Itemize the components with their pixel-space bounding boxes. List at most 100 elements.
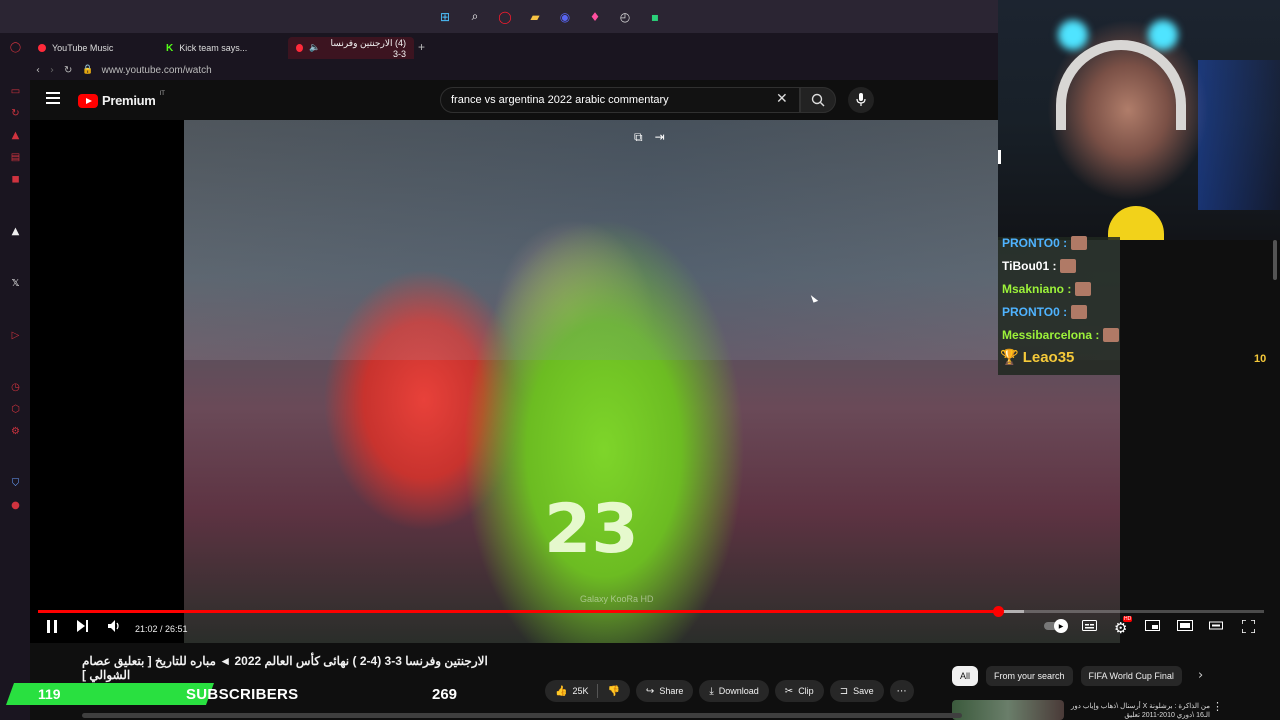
video-player[interactable]: 23 Galaxy KooRa HD ⧉ ⇥ (30, 120, 1120, 643)
cast-button[interactable] (1209, 620, 1223, 635)
vertical-scrollbar[interactable] (1273, 240, 1277, 280)
voice-search-button[interactable] (848, 87, 874, 113)
subscriber-count: 119 (38, 686, 61, 702)
youtube-logo[interactable]: Premium IT (78, 91, 165, 108)
search-input[interactable]: france vs argentina 2022 arabic commenta… (440, 87, 800, 113)
subtitles-button[interactable] (1082, 620, 1097, 635)
chat-emote (1103, 328, 1120, 342)
pin-icon[interactable]: ♦ (585, 7, 605, 27)
opera-icon[interactable]: ◯ (495, 7, 515, 27)
tab-label: YouTube Music (52, 43, 114, 53)
fullscreen-button[interactable] (1241, 619, 1256, 637)
sidebar-icon-4[interactable]: ▤ (9, 151, 22, 164)
shield-icon[interactable]: ⛉ (9, 477, 22, 490)
chat-emote (1071, 236, 1088, 250)
next-button[interactable] (77, 620, 89, 636)
terminal-icon[interactable]: ▪ (645, 7, 665, 27)
back-button[interactable]: ‹ (36, 65, 40, 76)
video-watermark: Galaxy KooRa HD (580, 594, 654, 604)
opera-menu-icon[interactable]: ◯ (9, 41, 22, 54)
autoplay-track: ▶ (1044, 619, 1068, 633)
horizontal-scrollbar[interactable] (82, 713, 962, 718)
subtitles-icon (1082, 620, 1097, 631)
exit-icon[interactable]: ⇥ (655, 130, 665, 145)
more-actions-button[interactable]: ⋯ (889, 680, 914, 702)
tab-kick[interactable]: K Kick team says... (158, 37, 283, 59)
recommended-video-title[interactable]: من الذاكرة : برشلونة X أرسنال \ذهاب وإيا… (1070, 702, 1210, 720)
video-thumbnail[interactable] (952, 700, 1064, 720)
video-frame[interactable]: 23 Galaxy KooRa HD ⧉ ⇥ (184, 120, 1120, 643)
chip-fifa-world-cup-final[interactable]: FIFA World Cup Final (1080, 666, 1182, 686)
sidebar-icon-2[interactable]: ↻ (9, 107, 22, 120)
next-icon (77, 620, 88, 632)
chat-username: Messibarcelona : (1002, 328, 1100, 342)
kebab-menu-icon[interactable]: ⋮ (1212, 700, 1223, 713)
progress-bar[interactable] (38, 606, 1264, 617)
autoplay-toggle[interactable]: ▶ (1044, 619, 1068, 633)
more-icon: ⋯ (896, 685, 907, 697)
tab-current-video[interactable]: 🔈 (4) الارجنتين وفرنسا 3-3 (288, 37, 414, 59)
download-button[interactable]: ⤓ Download (699, 680, 769, 702)
search-icon[interactable]: ⌕ (465, 7, 485, 27)
clear-search-icon[interactable]: ✕ (776, 91, 788, 107)
sidebar-icon-9[interactable]: ● (9, 499, 22, 512)
pause-button[interactable] (46, 620, 58, 637)
settings-icon[interactable]: ⚙ (9, 425, 22, 438)
chip-from-your-search[interactable]: From your search (986, 666, 1073, 686)
hamburger-menu-icon[interactable] (46, 92, 60, 104)
download-label: Download (718, 686, 759, 696)
reload-button[interactable]: ↻ (64, 65, 72, 76)
streamer-webcam: GAL (998, 0, 1280, 240)
x-twitter-icon[interactable]: 𝕏 (9, 277, 22, 290)
volume-button[interactable] (108, 620, 122, 636)
audio-playing-icon[interactable]: 🔈 (309, 43, 320, 53)
chat-emote (1075, 282, 1092, 296)
search-button[interactable] (800, 87, 836, 113)
chip-all[interactable]: All (952, 666, 979, 686)
sidebar-icon-7[interactable]: ▷ (9, 329, 22, 342)
sidebar-icon-8[interactable]: ⬡ (9, 403, 22, 416)
new-tab-button[interactable]: + (418, 40, 425, 54)
sidebar-icon-6[interactable]: ▲ (9, 225, 22, 238)
video-background-crowd (184, 120, 1120, 360)
sidebar-icon-5[interactable]: ◼ (9, 173, 22, 186)
browser-sidebar: ◯ ▭ ↻ ▲ ▤ ◼ ▲ 𝕏 ▷ ◷ ⬡ ⚙ ⛉ ● (0, 33, 30, 720)
history-icon[interactable]: ◷ (9, 381, 22, 394)
sidebar-icon-1[interactable]: ▭ (9, 85, 22, 98)
settings-button[interactable]: ⚙ HD (1114, 616, 1133, 637)
clip-button[interactable]: ✂ Clip (774, 680, 824, 702)
logo-text: Premium (102, 93, 156, 108)
leader-count: 10 (1254, 353, 1267, 365)
chat-username: Msakniano : (1002, 282, 1072, 296)
theater-icon (1177, 620, 1193, 631)
like-count: 25K (572, 686, 589, 696)
subscriber-goal-overlay: 119 SUBSCRIBERS 269 (5, 683, 480, 705)
chat-username: TiBou01 : (1002, 259, 1057, 273)
recommended-video[interactable]: من الذاكرة : برشلونة X أرسنال \ذهاب وإيا… (952, 700, 1262, 720)
tab-youtube-music[interactable]: YouTube Music (30, 37, 155, 59)
sidebar-icon-3[interactable]: ▲ (9, 129, 22, 142)
theater-mode-button[interactable] (1177, 620, 1193, 635)
share-label: Share (659, 686, 684, 696)
discord-icon[interactable]: ◉ (555, 7, 575, 27)
headphones (1056, 40, 1186, 130)
video-overlay-icons: ⧉ ⇥ (634, 130, 665, 145)
fullscreen-icon (1241, 619, 1256, 634)
clock-icon[interactable]: ◴ (615, 7, 635, 27)
youtube-header: Premium IT france vs argentina 2022 arab… (30, 80, 1000, 120)
yellow-object (1108, 206, 1164, 240)
cast-icon (1209, 621, 1223, 630)
forward-button[interactable]: › (50, 65, 54, 76)
like-button[interactable]: 👍 25K 👎 (545, 680, 630, 702)
url-field[interactable]: www.youtube.com/watch (102, 65, 212, 76)
chat-emote (1060, 259, 1077, 273)
miniplayer-overlay-icon[interactable]: ⧉ (634, 130, 643, 145)
trophy-icon: 🏆 (1000, 348, 1019, 366)
save-button[interactable]: ⊐ Save (829, 680, 884, 702)
chevron-right-icon[interactable]: › (1198, 668, 1203, 683)
share-button[interactable]: ↪ Share (635, 680, 694, 702)
windows-start-icon[interactable]: ⊞ (435, 7, 455, 27)
miniplayer-button[interactable] (1145, 620, 1160, 635)
thumbs-down-icon[interactable]: 👎 (607, 686, 619, 697)
file-explorer-icon[interactable]: ▰ (525, 7, 545, 27)
